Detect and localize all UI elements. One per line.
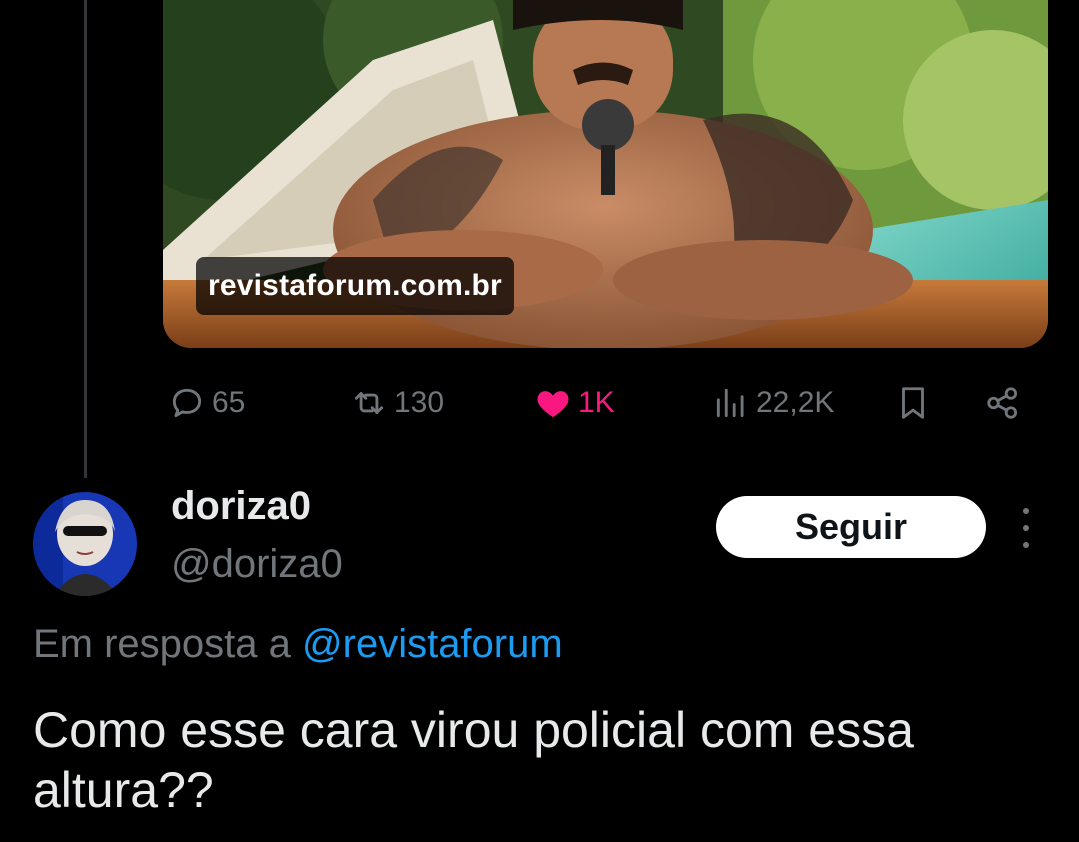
- reply-author-handle[interactable]: @doriza0: [171, 542, 343, 587]
- share-icon: [987, 387, 1018, 419]
- avatar-photo: [33, 492, 137, 596]
- view-count: 22,2K: [756, 386, 835, 419]
- more-options-icon[interactable]: [1010, 508, 1042, 548]
- heart-icon: [537, 391, 569, 418]
- in-reply-handle-link[interactable]: @revistaforum: [302, 622, 563, 666]
- reply-icon: [172, 388, 202, 418]
- reply-count: 65: [212, 386, 246, 419]
- link-domain-label[interactable]: revistaforum.com.br: [196, 257, 514, 315]
- retweet-icon: [354, 392, 384, 414]
- like-count: 1K: [578, 386, 615, 419]
- more-dot: [1023, 508, 1029, 514]
- bookmark-icon: [902, 387, 924, 419]
- more-dot: [1023, 525, 1029, 531]
- tweet-media-card[interactable]: revistaforum.com.br: [163, 0, 1048, 348]
- follow-button[interactable]: Seguir: [716, 496, 986, 558]
- in-reply-to-line: Em resposta a @revistaforum: [33, 622, 563, 667]
- views-chart-icon: [716, 388, 744, 418]
- views-button[interactable]: 22,2K: [712, 378, 834, 428]
- reply-button[interactable]: 65: [168, 378, 245, 428]
- reply-text: Como esse cara virou policial com essa a…: [33, 702, 914, 818]
- more-dot: [1023, 542, 1029, 548]
- tweet-action-bar: 65 130 1K 22,2K: [0, 378, 1079, 428]
- reply-author-name[interactable]: doriza0: [171, 484, 311, 529]
- share-button[interactable]: [984, 378, 1022, 428]
- avatar[interactable]: [33, 492, 137, 596]
- retweet-button[interactable]: 130: [350, 378, 444, 428]
- like-button[interactable]: 1K: [534, 378, 615, 428]
- retweet-count: 130: [394, 386, 445, 419]
- in-reply-prefix: Em resposta a: [33, 622, 291, 666]
- bookmark-button[interactable]: [894, 378, 932, 428]
